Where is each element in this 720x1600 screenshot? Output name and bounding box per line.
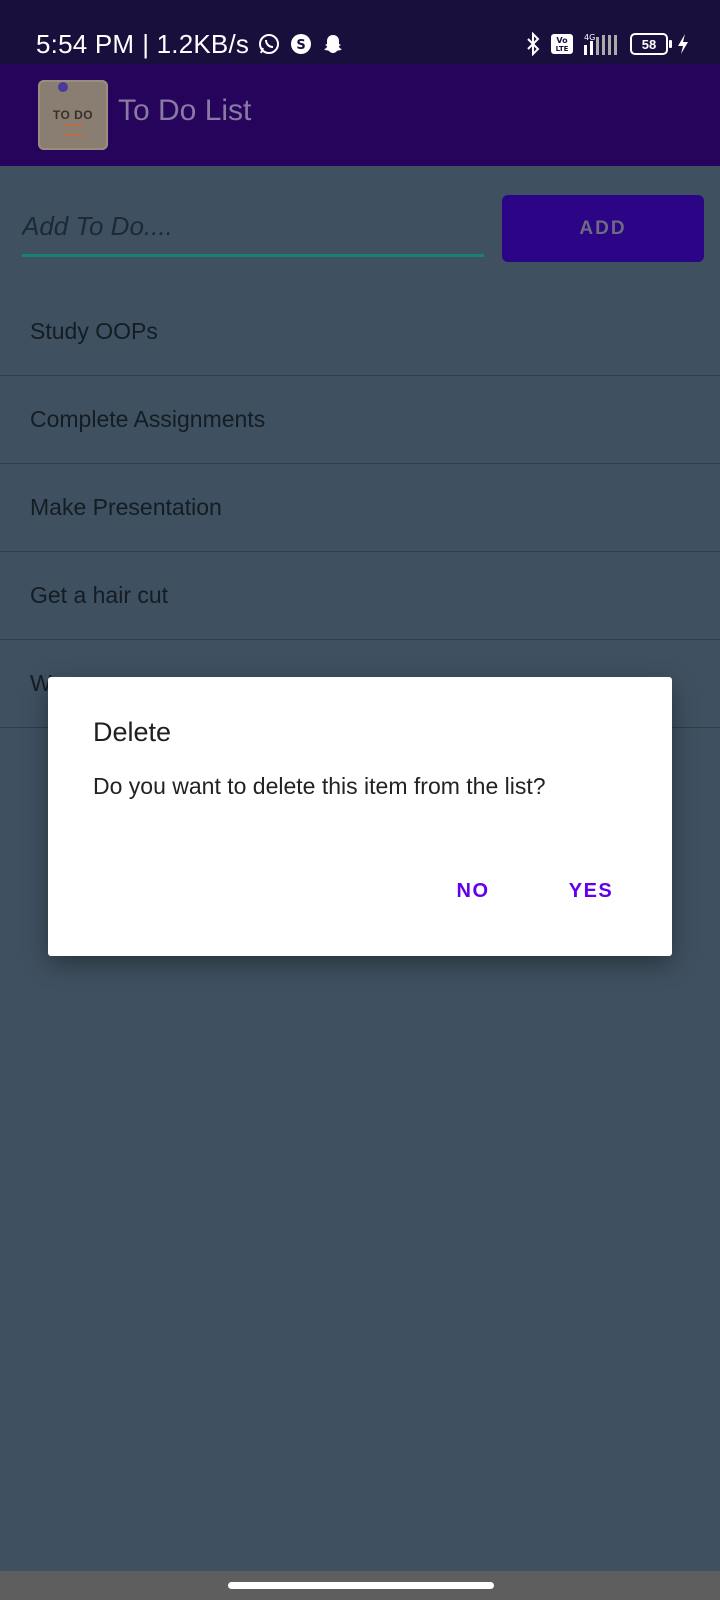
skype-icon: S: [289, 32, 313, 56]
network-speed: | 1.2KB/s: [142, 28, 250, 59]
dialog-message: Do you want to delete this item from the…: [93, 773, 546, 799]
svg-text:LTE: LTE: [556, 45, 569, 53]
add-todo-input[interactable]: [22, 198, 484, 257]
app-bar: TO DO To Do List: [0, 64, 720, 166]
logo-pin: [58, 82, 68, 92]
no-button[interactable]: NO: [438, 865, 508, 917]
list-item[interactable]: Make Presentation: [0, 464, 720, 552]
list-item[interactable]: Complete Assignments: [0, 376, 720, 464]
logo-text: TO DO: [52, 108, 94, 122]
volte-icon: Vo LTE: [550, 32, 574, 56]
delete-dialog: Delete Do you want to delete this item f…: [48, 677, 672, 956]
home-gesture-handle[interactable]: [228, 1582, 494, 1589]
svg-text:S: S: [296, 38, 305, 53]
status-bar: 5:54 PM | 1.2KB/s S Vo LTE 4G 58: [0, 0, 720, 64]
bluetooth-icon: [524, 32, 542, 56]
dialog-title: Delete: [93, 717, 172, 747]
status-time: 5:54 PM: [36, 28, 135, 59]
todo-list: Study OOPs Complete Assignments Make Pre…: [0, 288, 720, 728]
svg-text:Vo: Vo: [556, 36, 568, 45]
snapchat-icon: [321, 32, 345, 56]
app-logo: TO DO: [38, 80, 108, 150]
list-item[interactable]: Get a hair cut: [0, 552, 720, 640]
charging-icon: [676, 32, 690, 56]
logo-lines: [65, 124, 83, 136]
app-title: To Do List: [118, 94, 252, 127]
add-button[interactable]: ADD: [502, 195, 704, 262]
navigation-bar: [0, 1571, 720, 1600]
whatsapp-icon: [257, 32, 281, 56]
signal-icon: 4G: [582, 31, 622, 57]
svg-text:4G: 4G: [584, 33, 595, 42]
yes-button[interactable]: YES: [546, 865, 636, 917]
list-item[interactable]: Study OOPs: [0, 288, 720, 376]
battery-icon: 58: [630, 33, 672, 55]
